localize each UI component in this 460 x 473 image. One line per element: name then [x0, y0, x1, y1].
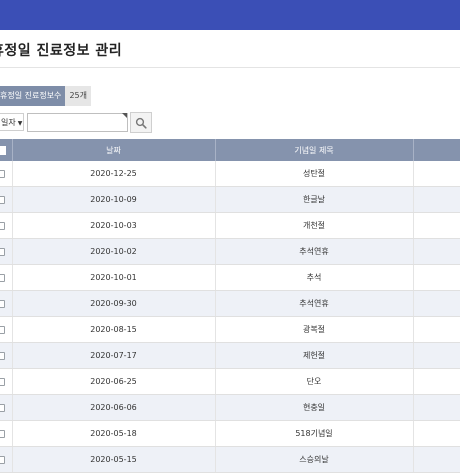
row-checkbox-cell[interactable]: [0, 368, 13, 395]
row-checkbox-cell[interactable]: [0, 420, 13, 447]
table-row[interactable]: 2020-10-02 추석연휴: [0, 238, 460, 265]
row-checkbox-cell[interactable]: [0, 238, 13, 265]
record-count-label: 휴정일 진료정보수: [0, 86, 66, 106]
row-date: 2020-07-17: [12, 342, 216, 369]
row-checkbox-cell[interactable]: [0, 290, 13, 317]
row-extra: [413, 264, 460, 291]
row-holiday-title: 제헌절: [215, 342, 414, 369]
row-checkbox-cell[interactable]: [0, 342, 13, 369]
row-holiday-title: 518기념일: [215, 420, 414, 447]
search-icon: [135, 117, 147, 129]
table-row[interactable]: 2020-12-25 성탄절: [0, 161, 460, 187]
table-body: 2020-12-25 성탄절 2020-10-09 한글날 2020-10-03 개천절 2…: [0, 161, 460, 473]
row-checkbox-cell[interactable]: [0, 212, 13, 239]
row-checkbox-cell[interactable]: [0, 161, 13, 187]
row-holiday-title: 추석: [215, 264, 414, 291]
row-checkbox-cell[interactable]: [0, 394, 13, 421]
row-date: 2020-10-01: [12, 264, 216, 291]
row-date: 2020-10-09: [12, 186, 216, 213]
row-checkbox[interactable]: [0, 221, 6, 230]
search-field-select[interactable]: 일자 ▼: [0, 113, 24, 131]
row-holiday-title: 현충일: [215, 394, 414, 421]
row-holiday-title: 단오: [215, 368, 414, 395]
record-count-value: 25개: [65, 86, 91, 106]
chevron-down-icon: ▼: [17, 120, 23, 127]
column-header-date[interactable]: 날짜: [12, 139, 216, 161]
table-row[interactable]: 2020-10-03 개천절: [0, 212, 460, 239]
input-corner-marker: [122, 113, 127, 118]
row-date: 2020-12-25: [12, 161, 216, 187]
table-header-row: 날짜 기념일 제목: [0, 139, 460, 161]
row-holiday-title: 성탄절: [215, 161, 414, 187]
row-extra: [413, 238, 460, 265]
row-holiday-title: 개천절: [215, 212, 414, 239]
select-all-header[interactable]: [0, 139, 13, 161]
table-row[interactable]: 2020-06-25 단오: [0, 368, 460, 395]
row-checkbox[interactable]: [0, 273, 6, 282]
row-date: 2020-06-06: [12, 394, 216, 421]
record-count-badge: 휴정일 진료정보수 25개: [0, 86, 91, 106]
row-checkbox[interactable]: [0, 429, 6, 438]
table-row[interactable]: 2020-10-01 추석: [0, 264, 460, 291]
row-extra: [413, 212, 460, 239]
row-checkbox-cell[interactable]: [0, 186, 13, 213]
row-date: 2020-06-25: [12, 368, 216, 395]
row-date: 2020-09-30: [12, 290, 216, 317]
row-extra: [413, 186, 460, 213]
row-extra: [413, 290, 460, 317]
row-checkbox[interactable]: [0, 351, 6, 360]
select-all-checkbox[interactable]: [0, 145, 6, 155]
row-extra: [413, 394, 460, 421]
table-row[interactable]: 2020-09-30 추석연휴: [0, 290, 460, 317]
row-checkbox[interactable]: [0, 195, 6, 204]
row-extra: [413, 161, 460, 187]
row-holiday-title: 광복절: [215, 316, 414, 343]
row-checkbox[interactable]: [0, 169, 6, 178]
title-divider: [0, 67, 460, 68]
row-checkbox-cell[interactable]: [0, 264, 13, 291]
row-checkbox[interactable]: [0, 377, 6, 386]
table-row[interactable]: 2020-06-06 현충일: [0, 394, 460, 421]
column-header-holiday-title[interactable]: 기념일 제목: [215, 139, 414, 161]
row-checkbox-cell[interactable]: [0, 316, 13, 343]
page-title: 휴정일 진료정보 관리: [0, 43, 123, 59]
row-extra: [413, 342, 460, 369]
column-header-extra: [413, 139, 460, 161]
row-holiday-title: 추석연휴: [215, 238, 414, 265]
table-row[interactable]: 2020-07-17 제헌절: [0, 342, 460, 369]
row-checkbox[interactable]: [0, 247, 6, 256]
row-date: 2020-05-18: [12, 420, 216, 447]
row-checkbox[interactable]: [0, 325, 6, 334]
search-input[interactable]: [27, 113, 128, 132]
search-button[interactable]: [130, 112, 152, 133]
row-date: 2020-10-03: [12, 212, 216, 239]
row-date: 2020-08-15: [12, 316, 216, 343]
row-checkbox[interactable]: [0, 403, 6, 412]
row-extra: [413, 420, 460, 447]
top-navigation-bar: [0, 0, 460, 30]
row-extra: [413, 316, 460, 343]
table-row[interactable]: 2020-08-15 광복절: [0, 316, 460, 343]
search-field-value: 일자: [1, 118, 16, 127]
row-extra: [413, 368, 460, 395]
table-row[interactable]: 2020-10-09 한글날: [0, 186, 460, 213]
table-row[interactable]: 2020-05-18 518기념일: [0, 420, 460, 447]
row-checkbox[interactable]: [0, 299, 6, 308]
row-date: 2020-10-02: [12, 238, 216, 265]
row-holiday-title: 추석연휴: [215, 290, 414, 317]
holiday-table: 날짜 기념일 제목 2020-12-25 성탄절 2020-10-09 한글날 2020…: [0, 139, 460, 473]
row-holiday-title: 한글날: [215, 186, 414, 213]
